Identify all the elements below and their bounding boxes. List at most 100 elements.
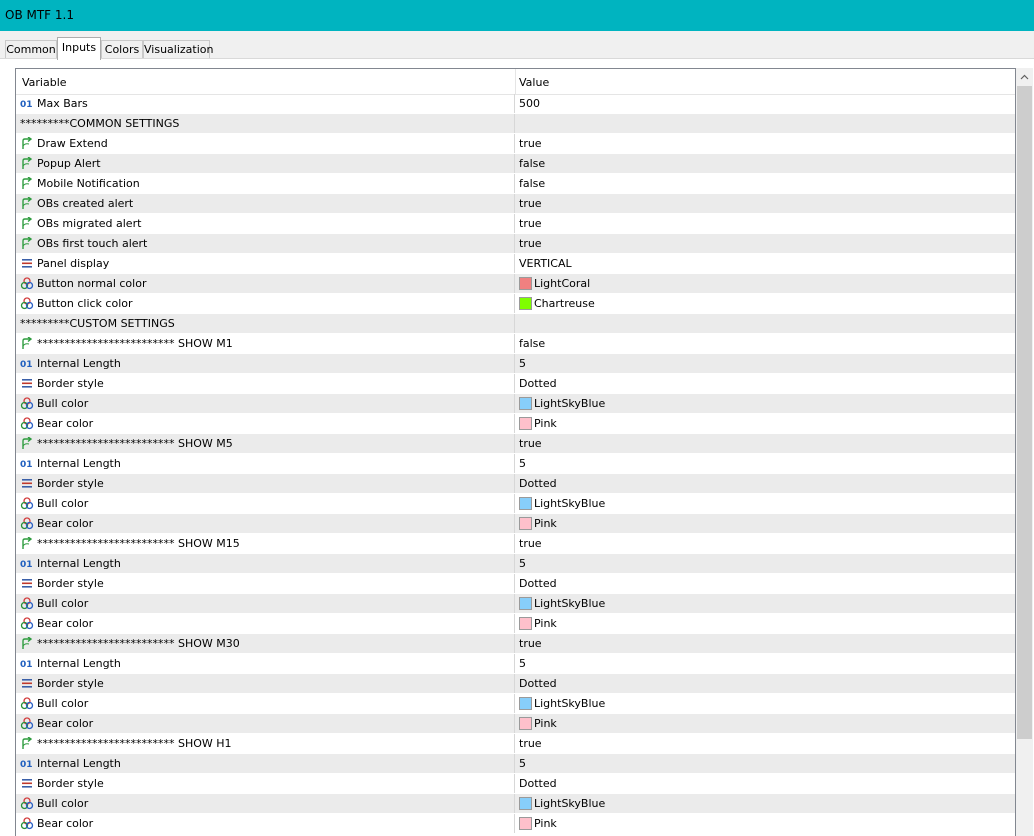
table-row[interactable]: Bear color Pink (16, 814, 1015, 834)
value-cell[interactable]: false (515, 154, 1015, 173)
value-cell[interactable]: 5 (515, 554, 1015, 573)
table-row[interactable]: Bull color LightSkyBlue (16, 794, 1015, 814)
variable-cell[interactable]: Bull color (16, 594, 515, 613)
value-cell[interactable]: true (515, 434, 1015, 453)
variable-cell[interactable]: Bear color (16, 614, 515, 633)
table-row[interactable]: OBs created alert true (16, 194, 1015, 214)
table-row[interactable]: Border style Dotted (16, 774, 1015, 794)
tab-inputs[interactable]: Inputs (57, 37, 101, 60)
section-row[interactable]: *********COMMON SETTINGS (16, 114, 1015, 134)
value-cell[interactable]: false (515, 334, 1015, 353)
variable-cell[interactable]: Bear color (16, 514, 515, 533)
variable-cell[interactable]: ************************* SHOW M15 (16, 534, 515, 553)
variable-cell[interactable]: Popup Alert (16, 154, 515, 173)
value-cell[interactable]: Pink (515, 714, 1015, 733)
variable-cell[interactable]: *********CUSTOM SETTINGS (16, 314, 515, 333)
variable-cell[interactable]: Draw Extend (16, 134, 515, 153)
variable-cell[interactable]: *********COMMON SETTINGS (16, 114, 515, 133)
table-row[interactable]: Button normal color LightCoral (16, 274, 1015, 294)
table-row[interactable]: ************************* SHOW H1 true (16, 734, 1015, 754)
section-row[interactable]: *********CUSTOM SETTINGS (16, 314, 1015, 334)
scroll-thumb[interactable] (1017, 86, 1032, 739)
table-row[interactable]: Bull color LightSkyBlue (16, 594, 1015, 614)
tab-visualization[interactable]: Visualization (143, 40, 213, 58)
value-cell[interactable]: Pink (515, 514, 1015, 533)
value-cell[interactable]: Dotted (515, 574, 1015, 593)
variable-cell[interactable]: Bear color (16, 414, 515, 433)
variable-cell[interactable]: Bull color (16, 494, 515, 513)
table-row[interactable]: Bull color LightSkyBlue (16, 694, 1015, 714)
table-row[interactable]: Bear color Pink (16, 714, 1015, 734)
value-cell[interactable]: LightSkyBlue (515, 794, 1015, 813)
table-row[interactable]: ************************* SHOW M15 true (16, 534, 1015, 554)
variable-cell[interactable]: Bear color (16, 714, 515, 733)
value-cell[interactable]: Dotted (515, 774, 1015, 793)
variable-cell[interactable]: Border style (16, 774, 515, 793)
table-row[interactable]: ************************* SHOW M1 false (16, 334, 1015, 354)
value-cell[interactable]: 5 (515, 454, 1015, 473)
variable-cell[interactable]: Border style (16, 474, 515, 493)
variable-cell[interactable]: 01 Internal Length (16, 454, 515, 473)
table-row[interactable]: 01 Internal Length 5 (16, 454, 1015, 474)
value-cell[interactable]: LightSkyBlue (515, 494, 1015, 513)
value-cell[interactable] (515, 314, 1015, 333)
table-row[interactable]: Bear color Pink (16, 514, 1015, 534)
variable-cell[interactable]: 01 Internal Length (16, 554, 515, 573)
variable-cell[interactable]: Panel display (16, 254, 515, 273)
value-cell[interactable]: Dotted (515, 674, 1015, 693)
value-cell[interactable]: 5 (515, 354, 1015, 373)
variable-cell[interactable]: Mobile Notification (16, 174, 515, 193)
table-row[interactable]: Mobile Notification false (16, 174, 1015, 194)
table-row[interactable]: Popup Alert false (16, 154, 1015, 174)
value-cell[interactable]: true (515, 234, 1015, 253)
variable-cell[interactable]: Border style (16, 674, 515, 693)
table-row[interactable]: Bear color Pink (16, 414, 1015, 434)
table-row[interactable]: Border style Dotted (16, 674, 1015, 694)
table-row[interactable]: 01 Internal Length 5 (16, 354, 1015, 374)
table-row[interactable]: OBs migrated alert true (16, 214, 1015, 234)
variable-cell[interactable]: OBs created alert (16, 194, 515, 213)
table-row[interactable]: ************************* SHOW M5 true (16, 434, 1015, 454)
variable-cell[interactable]: OBs first touch alert (16, 234, 515, 253)
tab-common[interactable]: Common (5, 40, 57, 58)
variable-cell[interactable]: Bull color (16, 694, 515, 713)
variable-cell[interactable]: Border style (16, 574, 515, 593)
value-cell[interactable]: LightCoral (515, 274, 1015, 293)
table-row[interactable]: 01 Max Bars 500 (16, 94, 1015, 114)
variable-cell[interactable]: ************************* SHOW M1 (16, 334, 515, 353)
value-cell[interactable]: Pink (515, 614, 1015, 633)
table-row[interactable]: Bear color Pink (16, 614, 1015, 634)
variable-cell[interactable]: ************************* SHOW M5 (16, 434, 515, 453)
value-cell[interactable]: LightSkyBlue (515, 394, 1015, 413)
table-row[interactable]: Panel display VERTICAL (16, 254, 1015, 274)
value-cell[interactable]: VERTICAL (515, 254, 1015, 273)
column-separator[interactable] (515, 69, 516, 94)
variable-cell[interactable]: 01 Internal Length (16, 354, 515, 373)
variable-cell[interactable]: 01 Max Bars (16, 94, 515, 113)
variable-cell[interactable]: Bull color (16, 794, 515, 813)
value-cell[interactable]: true (515, 134, 1015, 153)
value-cell[interactable]: Chartreuse (515, 294, 1015, 313)
table-row[interactable]: Draw Extend true (16, 134, 1015, 154)
table-row[interactable]: 01 Internal Length 5 (16, 654, 1015, 674)
variable-cell[interactable]: Button click color (16, 294, 515, 313)
value-cell[interactable]: Pink (515, 814, 1015, 833)
table-row[interactable]: ************************* SHOW M30 true (16, 634, 1015, 654)
value-cell[interactable]: 500 (515, 94, 1015, 113)
table-row[interactable]: Bull color LightSkyBlue (16, 394, 1015, 414)
value-cell[interactable] (515, 114, 1015, 133)
table-row[interactable]: 01 Internal Length 5 (16, 554, 1015, 574)
value-cell[interactable]: true (515, 194, 1015, 213)
column-header-value[interactable]: Value (519, 76, 549, 89)
table-row[interactable]: 01 Internal Length 5 (16, 754, 1015, 774)
variable-cell[interactable]: 01 Internal Length (16, 754, 515, 773)
variable-cell[interactable]: 01 Internal Length (16, 654, 515, 673)
tab-colors[interactable]: Colors (101, 40, 143, 58)
value-cell[interactable]: true (515, 534, 1015, 553)
table-row[interactable]: Border style Dotted (16, 474, 1015, 494)
value-cell[interactable]: LightSkyBlue (515, 594, 1015, 613)
value-cell[interactable]: Dotted (515, 474, 1015, 493)
table-row[interactable]: Bull color LightSkyBlue (16, 494, 1015, 514)
value-cell[interactable]: Pink (515, 414, 1015, 433)
variable-cell[interactable]: Button normal color (16, 274, 515, 293)
